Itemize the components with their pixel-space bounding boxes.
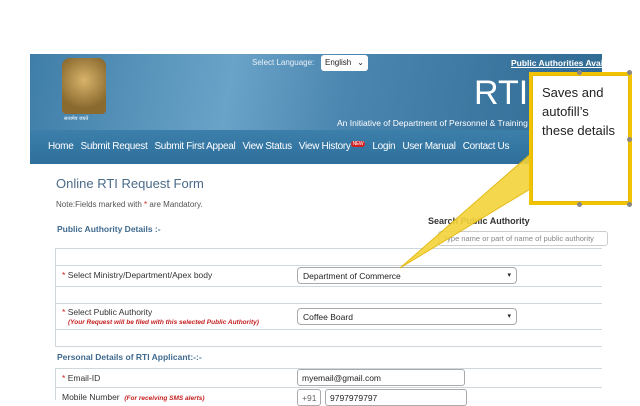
resize-handle xyxy=(627,70,632,75)
resize-handle xyxy=(577,202,582,207)
resize-handle xyxy=(627,202,632,207)
resize-handle xyxy=(627,137,632,142)
resize-handle xyxy=(577,70,582,75)
annotation-callout: Saves and autofill’s these details xyxy=(529,72,632,205)
